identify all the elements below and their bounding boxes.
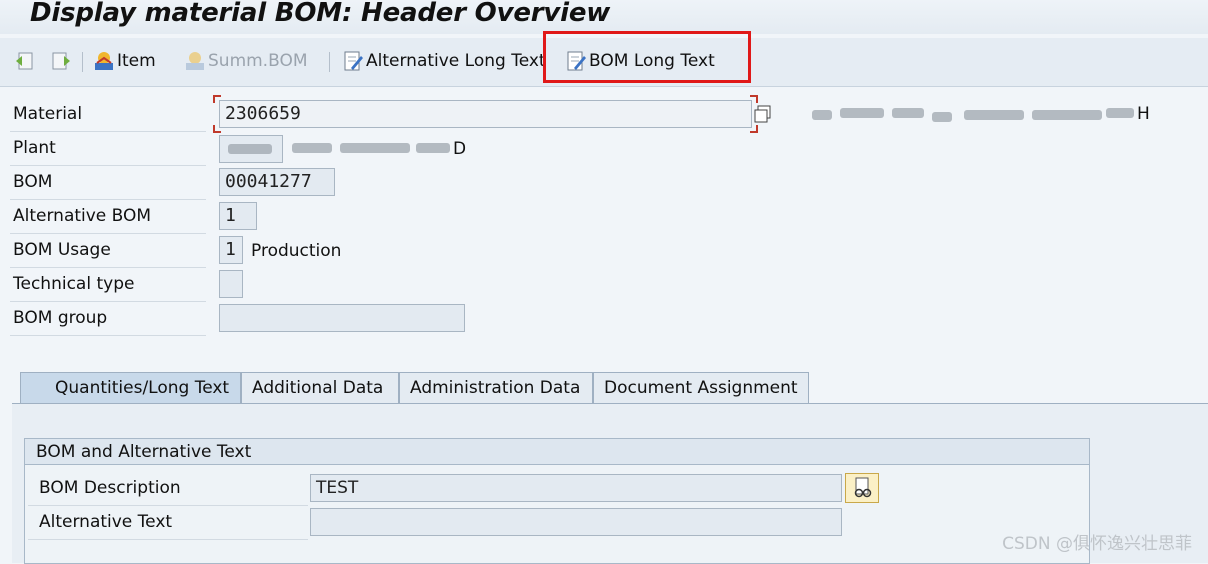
bom-usage-description: Production [251, 241, 342, 261]
material-label: Material [13, 104, 83, 124]
alternative-text-row: Alternative Text [28, 506, 308, 540]
tab-additional-data[interactable]: Additional Data [241, 372, 399, 404]
title-bar: Display material BOM: Header Overview [0, 0, 1208, 34]
item-button[interactable]: Item [93, 46, 156, 76]
alternative-long-text-button[interactable]: Alternative Long Text [342, 46, 546, 76]
summ-bom-icon [186, 52, 204, 70]
alternative-text-input[interactable] [310, 508, 842, 536]
bom-group-label: BOM group [13, 308, 108, 328]
bom-input[interactable]: 00041277 [219, 168, 335, 196]
bom-row: BOM [10, 166, 206, 200]
tab-label: Additional Data [252, 378, 384, 398]
plant-input[interactable] [219, 135, 283, 163]
highlight-box [543, 31, 751, 83]
bom-description-row: BOM Description [28, 472, 308, 506]
tab-label: Document Assignment [604, 378, 798, 398]
tab-administration-data[interactable]: Administration Data [399, 372, 593, 404]
group-header: BOM and Alternative Text [25, 439, 1089, 465]
technical-type-label: Technical type [13, 274, 135, 294]
tab-quantities-long-text[interactable]: Quantities/Long Text [20, 372, 241, 404]
display-text-button[interactable] [845, 473, 879, 503]
tab-document-assignment[interactable]: Document Assignment [593, 372, 809, 404]
bom-description-label: BOM Description [39, 478, 181, 498]
toolbar-separator [329, 52, 330, 72]
technical-type-row: Technical type [10, 268, 206, 302]
focus-brackets [213, 95, 758, 133]
plant-description-redacted [288, 138, 452, 158]
bom-group-input[interactable] [219, 304, 465, 332]
copy-icon[interactable] [753, 104, 773, 124]
bom-group-row: BOM group [10, 302, 206, 336]
bom-usage-row: BOM Usage [10, 234, 206, 268]
previous-button[interactable] [14, 46, 38, 76]
item-label: Item [117, 51, 156, 71]
bom-usage-input[interactable]: 1 [219, 236, 243, 264]
next-icon [52, 52, 70, 70]
summ-bom-button[interactable]: Summ.BOM [184, 46, 308, 76]
previous-icon [16, 52, 33, 70]
group-title: BOM and Alternative Text [36, 442, 252, 462]
alternative-long-text-label: Alternative Long Text [366, 51, 546, 71]
bom-label: BOM [13, 172, 53, 192]
plant-row: Plant [10, 132, 206, 166]
glasses-document-icon [854, 477, 872, 498]
technical-type-input[interactable] [219, 270, 243, 298]
tab-label: Administration Data [410, 378, 581, 398]
material-description-redacted [800, 104, 1135, 124]
alternative-bom-label: Alternative BOM [13, 206, 152, 226]
toolbar-separator [82, 52, 83, 72]
alternative-bom-row: Alternative BOM [10, 200, 206, 234]
alternative-bom-input[interactable]: 1 [219, 202, 257, 230]
bom-description-input[interactable]: TEST [310, 474, 842, 502]
edit-document-icon [344, 51, 363, 71]
watermark: CSDN @俱怀逸兴壮思菲 [1002, 534, 1192, 554]
summ-bom-label: Summ.BOM [208, 51, 308, 71]
plant-label: Plant [13, 138, 56, 158]
page-title: Display material BOM: Header Overview [30, 0, 611, 28]
next-button[interactable] [50, 46, 74, 76]
material-description-suffix: H [1137, 104, 1150, 124]
tab-strip: Quantities/Long Text Additional Data Adm… [12, 372, 812, 404]
item-icon [95, 52, 113, 70]
plant-description-suffix: D [453, 139, 467, 159]
bom-usage-label: BOM Usage [13, 240, 111, 260]
alternative-text-label: Alternative Text [39, 512, 173, 532]
material-row: Material [10, 98, 206, 132]
tab-label: Quantities/Long Text [55, 378, 230, 398]
